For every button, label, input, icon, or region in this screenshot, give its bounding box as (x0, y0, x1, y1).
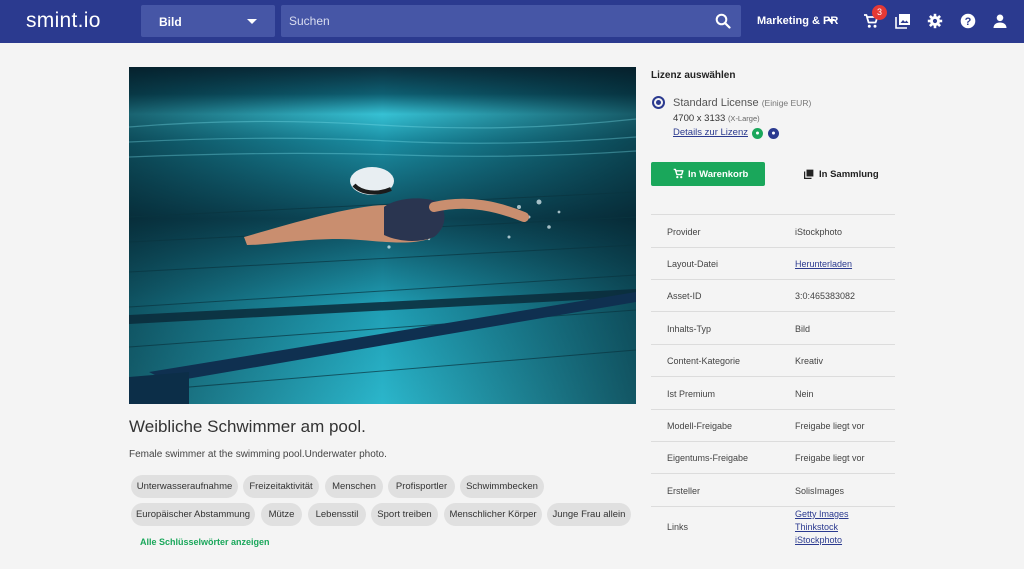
property-release-icon: ● (768, 128, 779, 139)
table-row: Inhalts-Typ Bild (651, 311, 895, 344)
svg-text:?: ? (965, 16, 972, 28)
license-size: 4700 x 3133 (X-Large) (673, 113, 760, 124)
table-row: Provider iStockphoto (651, 214, 895, 247)
detail-key: Inhalts-Typ (667, 324, 712, 334)
cart-icon (673, 168, 684, 182)
license-size-note: (X-Large) (727, 114, 760, 123)
license-name-label: Standard License (673, 97, 759, 109)
collections-icon (804, 169, 814, 182)
detail-value: SolisImages (795, 486, 845, 496)
license-price-note: (Einige EUR) (761, 98, 812, 108)
detail-value: Kreativ (795, 356, 824, 366)
detail-key: Provider (667, 227, 701, 237)
add-to-collection-label: In Sammlung (819, 169, 879, 180)
asset-description: Female swimmer at the swimming pool.Unde… (129, 449, 387, 460)
search-input[interactable] (281, 5, 741, 37)
chevron-down-icon (247, 19, 257, 24)
asset-type-select[interactable]: Bild (141, 5, 275, 37)
license-radio-button[interactable] (652, 96, 665, 109)
asset-title: Weibliche Schwimmer am pool. (129, 417, 366, 436)
license-size-value: 4700 x 3133 (673, 113, 726, 124)
detail-key: Links (667, 522, 689, 532)
help-icon[interactable]: ? (960, 13, 976, 34)
download-layout-link[interactable]: Herunterladen (795, 259, 852, 269)
cart-count-badge: 3 (872, 5, 887, 20)
detail-key: Asset-ID (667, 291, 702, 301)
detail-key: Layout-Datei (667, 259, 719, 269)
keyword-chip[interactable]: Profisportler (388, 475, 455, 498)
asset-type-label: Bild (159, 15, 182, 29)
keyword-chip[interactable]: Mütze (261, 503, 302, 526)
detail-key: Modell-Freigabe (667, 421, 733, 431)
keyword-chip[interactable]: Menschlicher Körper (444, 503, 542, 526)
add-to-cart-label: In Warenkorb (688, 169, 749, 180)
table-row: Links Getty Images Thinkstock iStockphot… (651, 506, 895, 548)
keyword-chip[interactable]: Sport treiben (371, 503, 438, 526)
table-row: Modell-Freigabe Freigabe liegt vor (651, 409, 895, 441)
workspace-chevron-down-icon[interactable] (827, 19, 835, 23)
add-to-cart-button[interactable]: In Warenkorb (651, 162, 765, 186)
table-row: Asset-ID 3:0:465383082 (651, 279, 895, 311)
keyword-chip[interactable]: Europäischer Abstammung (131, 503, 255, 526)
table-row: Eigentums-Freigabe Freigabe liegt vor (651, 441, 895, 473)
table-row: Content-Kategorie Kreativ (651, 344, 895, 376)
smint-logo[interactable]: smint.io (26, 9, 101, 33)
keyword-chip[interactable]: Lebensstil (308, 503, 366, 526)
user-account-icon[interactable] (992, 13, 1008, 34)
asset-preview-image[interactable] (129, 67, 636, 404)
detail-key: Eigentums-Freigabe (667, 453, 749, 463)
istockphoto-link[interactable]: iStockphoto (795, 535, 842, 545)
keyword-chip[interactable]: Menschen (325, 475, 383, 498)
detail-value: Bild (795, 324, 811, 334)
keyword-chip[interactable]: Junge Frau allein (547, 503, 631, 526)
show-all-keywords-link[interactable]: Alle Schlüsselwörter anzeigen (140, 537, 270, 547)
detail-value: Nein (795, 389, 814, 399)
detail-value: Freigabe liegt vor (795, 453, 865, 463)
collections-icon[interactable] (895, 13, 911, 34)
license-heading: Lizenz auswählen (651, 70, 736, 81)
search-icon[interactable] (715, 13, 731, 34)
license-details-link[interactable]: Details zur Lizenz (673, 127, 748, 138)
model-release-icon: ● (752, 128, 763, 139)
getty-images-link[interactable]: Getty Images (795, 509, 849, 519)
table-row: Layout-Datei Herunterladen (651, 247, 895, 279)
detail-value: iStockphoto (795, 227, 843, 237)
keyword-chip[interactable]: Unterwasseraufnahme (131, 475, 238, 498)
add-to-collection-button[interactable]: In Sammlung (790, 162, 890, 186)
detail-value: Freigabe liegt vor (795, 421, 865, 431)
gear-icon[interactable] (927, 13, 943, 34)
license-name[interactable]: Standard License (Einige EUR) (673, 97, 811, 109)
detail-key: Content-Kategorie (667, 356, 741, 366)
keyword-chip[interactable]: Schwimmbecken (460, 475, 544, 498)
detail-key: Ist Premium (667, 389, 716, 399)
keyword-chip[interactable]: Freizeitaktivität (243, 475, 319, 498)
detail-key: Ersteller (667, 486, 701, 496)
top-navigation-bar: smint.io Bild Marketing & PR 3 ? (0, 0, 1024, 43)
detail-value: 3:0:465383082 (795, 291, 856, 301)
table-row: Ist Premium Nein (651, 376, 895, 409)
table-row: Ersteller SolisImages (651, 473, 895, 506)
thinkstock-link[interactable]: Thinkstock (795, 522, 838, 532)
